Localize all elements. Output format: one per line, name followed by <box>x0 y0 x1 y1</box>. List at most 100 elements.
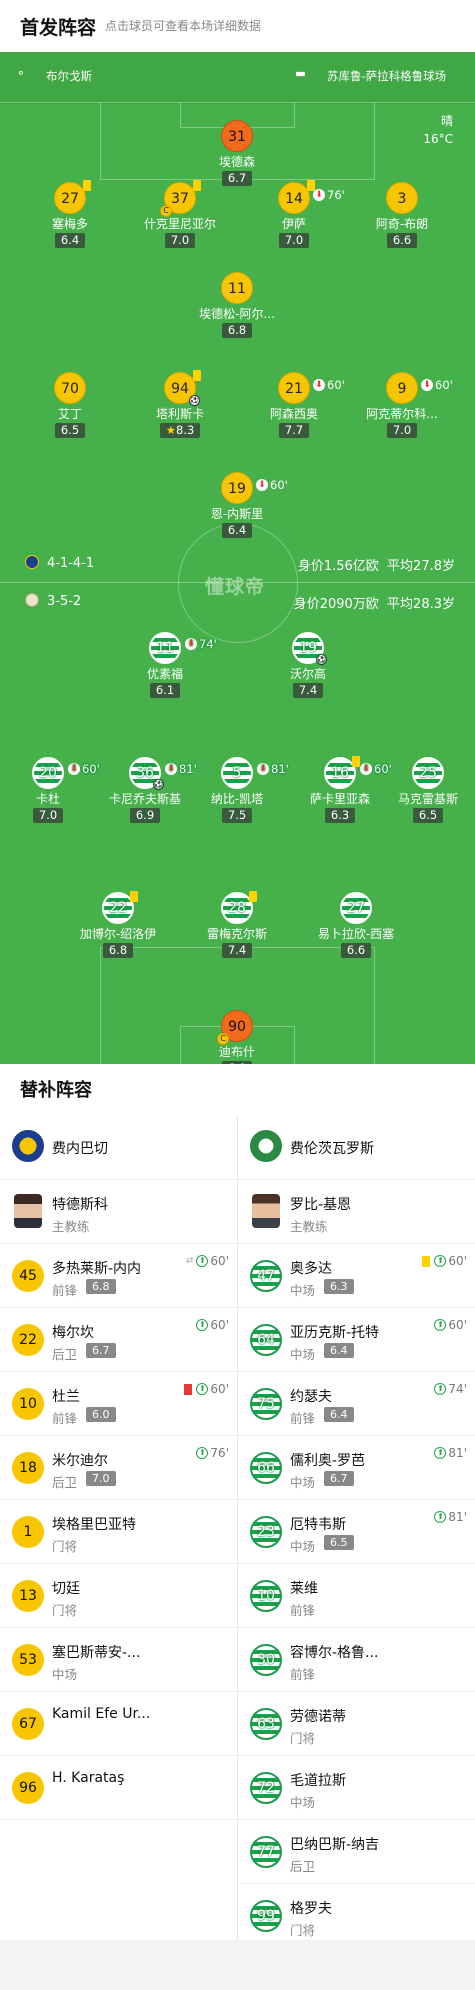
home-player-7[interactable]: 94 ⚽ 塔利斯卡 ★8.3 <box>130 370 230 438</box>
away-sub-row[interactable]: 77 巴纳巴斯-纳吉 后卫 <box>238 1820 475 1884</box>
sub-name: 毛道拉斯 <box>290 1773 346 1789</box>
home-crest-icon <box>25 555 39 569</box>
away-player-8[interactable]: 28 雷梅克尔斯 7.4 <box>187 891 287 958</box>
sub-name: 梅尔坎 <box>52 1325 94 1341</box>
home-sub-row[interactable]: 53 塞巴斯蒂安-... 中场 <box>0 1628 237 1692</box>
home-player-6[interactable]: 70 艾丁 6.5 <box>20 372 120 438</box>
away-coach-row[interactable]: 罗比-基恩 主教练 <box>238 1180 475 1244</box>
sub-on-minute: 60' <box>448 1254 467 1268</box>
sub-number: 53 <box>19 1652 37 1668</box>
away-player-0[interactable]: 11 ⬇ 74' 优素福 6.1 <box>115 630 217 698</box>
away-player-5[interactable]: 16 ⬇ 60' 萨卡里亚森 6.3 <box>290 756 392 823</box>
away-sub-row[interactable]: 63 劳德诺蒂 门将 <box>238 1692 475 1756</box>
away-sub-row[interactable]: 72 毛道拉斯 中场 <box>238 1756 475 1820</box>
header: 首发阵容 点击球员可查看本场详细数据 <box>0 0 475 52</box>
sub-number: 77 <box>257 1844 275 1860</box>
sub-event: ⇄ ⬆ 60' <box>186 1254 229 1268</box>
home-sub-row[interactable]: 18 米尔迪尔 后卫 7.0 ⬆ 76' <box>0 1436 237 1500</box>
sub-position: 前锋 <box>290 1603 316 1618</box>
home-team-row[interactable]: 费内巴切 <box>0 1116 237 1180</box>
player-number: 3 <box>397 191 407 207</box>
sub-position: 后卫 <box>290 1859 316 1874</box>
player-rating-value: 6.3 <box>330 808 350 822</box>
home-player-5[interactable]: 11 埃德松-阿尔... 6.8 <box>187 272 287 338</box>
sub-off-marker: ⬇ 74' <box>185 630 217 658</box>
home-coach-label: 主教练 <box>52 1219 90 1234</box>
player-rating-value: 7.0 <box>284 233 304 247</box>
sub-off-icon: ⬇ <box>257 763 269 775</box>
away-sub-row[interactable]: 30 容博尔-格鲁... 前锋 <box>238 1628 475 1692</box>
player-number-badge: 14 ⬇ 76' <box>278 180 345 214</box>
player-number-badge: 90 C <box>217 1010 253 1045</box>
home-formation: 4-1-4-1 <box>25 555 94 571</box>
sub-number-badge: 22 <box>12 1324 44 1356</box>
yellow-card-icon <box>249 891 257 902</box>
home-sub-row[interactable]: 45 多热莱斯-内内 前锋 6.8 ⇄ ⬆ 60' <box>0 1244 237 1308</box>
home-sub-row[interactable]: 13 切廷 门将 <box>0 1564 237 1628</box>
player-number-badge: 25 <box>412 757 444 789</box>
away-sub-row[interactable]: 75 约瑟夫 前锋 6.4 ⬆ 74' <box>238 1372 475 1436</box>
away-player-3[interactable]: 36 ⚽ ⬇ 81' 卡尼乔夫斯基 6.9 <box>95 757 197 823</box>
player-number-badge: 27 <box>340 892 372 924</box>
away-sub-row[interactable]: 64 亚历克斯-托特 中场 6.4 ⬆ 60' <box>238 1308 475 1372</box>
sub-position: 门将 <box>52 1539 78 1554</box>
home-sub-row[interactable]: 22 梅尔坎 后卫 6.7 ⬆ 60' <box>0 1308 237 1372</box>
yellow-card-icon <box>130 891 138 902</box>
home-player-8[interactable]: 21 ⬇ 60' 阿森西奥 7.7 <box>244 372 345 438</box>
player-number-badge: 22 <box>102 891 138 924</box>
sub-name: 莱维 <box>290 1581 318 1597</box>
footer-spacer <box>0 1940 475 1990</box>
away-player-6[interactable]: 25 马克雷基斯 6.5 <box>378 757 475 823</box>
yellow-card-icon <box>193 180 201 191</box>
away-player-10[interactable]: 90C迪布什6.8 <box>187 1010 287 1064</box>
away-sub-row[interactable]: 10 莱维 前锋 <box>238 1564 475 1628</box>
home-player-9[interactable]: 9 ⬇ 60' 阿克蒂尔科... 7.0 <box>352 372 453 438</box>
sub-number-badge: 77 <box>250 1836 282 1868</box>
home-sub-row[interactable]: 96 H. Karataş <box>0 1756 237 1820</box>
home-player-4[interactable]: 3 阿奇-布朗 6.6 <box>352 182 452 248</box>
away-player-7[interactable]: 22 加博尔-绍洛伊 6.8 <box>68 891 168 958</box>
away-team-row[interactable]: 费伦茨瓦罗斯 <box>238 1116 475 1180</box>
page-title: 首发阵容 <box>20 17 97 39</box>
sub-on-icon: ⬆ <box>196 1447 209 1459</box>
away-sub-row[interactable]: 99 格罗夫 门将 <box>238 1884 475 1948</box>
away-sub-row[interactable]: 23 厄特韦斯 中场 6.5 ⬆ 81' <box>238 1500 475 1564</box>
sub-on-icon: ⬆ <box>196 1255 209 1267</box>
player-name: 艾丁 <box>57 407 82 421</box>
player-number: 70 <box>61 381 79 397</box>
player-name: 卡杜 <box>35 792 60 806</box>
away-player-1[interactable]: 19 ⚽ 沃尔高 7.4 <box>258 632 358 698</box>
sub-rating: 6.5 <box>324 1535 354 1550</box>
player-number: 94 <box>171 381 189 397</box>
player-name: 优素福 <box>146 667 183 681</box>
home-coach-row[interactable]: 特德斯科 主教练 <box>0 1180 237 1244</box>
sub-event: ⬆ 76' <box>196 1446 229 1460</box>
away-value: 身价2090万欧 平均28.3岁 <box>294 593 455 612</box>
away-sub-row[interactable]: 47 奥多达 中场 6.3 ⬆ 60' <box>238 1244 475 1308</box>
sub-number-badge: 13 <box>12 1580 44 1612</box>
sub-number-badge: 47 <box>250 1260 282 1292</box>
home-player-1[interactable]: 27 塞梅多 6.4 <box>20 180 120 248</box>
player-rating: 6.5 <box>412 808 444 823</box>
home-sub-row[interactable]: 10 杜兰 前锋 6.0 ⬆ 60' <box>0 1372 237 1436</box>
captain-icon: C <box>160 205 172 217</box>
away-player-2[interactable]: 20 ⬇ 60' 卡杜 7.0 <box>0 757 100 823</box>
player-rating: 6.5 <box>54 423 86 438</box>
home-crest-icon <box>12 1130 44 1162</box>
player-rating-value: 6.4 <box>60 233 80 247</box>
away-player-9[interactable]: 27 易卜拉欣-西塞 6.6 <box>306 892 406 958</box>
home-sub-row[interactable]: 67 Kamil Efe Ür... <box>0 1692 237 1756</box>
sub-number: 66 <box>257 1460 275 1476</box>
sub-number: 22 <box>19 1332 37 1348</box>
home-coach-name: 特德斯科 <box>52 1197 108 1213</box>
home-player-0[interactable]: 31 埃德森 6.7 <box>187 120 287 186</box>
away-player-4[interactable]: 5 ⬇ 81' 纳比-凯塔 7.5 <box>187 757 289 823</box>
player-name: 塔利斯卡 <box>155 407 204 421</box>
away-sub-row[interactable]: 66 儒利奥-罗芭 中场 6.7 ⬆ 81' <box>238 1436 475 1500</box>
player-number: 36 <box>136 765 154 781</box>
home-player-2[interactable]: 37 C 什克里尼亚尔 7.0 <box>130 180 230 248</box>
home-player-3[interactable]: 14 ⬇ 76' 伊萨 7.0 <box>244 180 345 248</box>
home-player-10[interactable]: 19 ⬇ 60' 恩-内斯里 6.4 <box>187 472 288 538</box>
sub-number-badge: 30 <box>250 1644 282 1676</box>
home-sub-row[interactable]: 1 埃格里巴亚特 门将 <box>0 1500 237 1564</box>
